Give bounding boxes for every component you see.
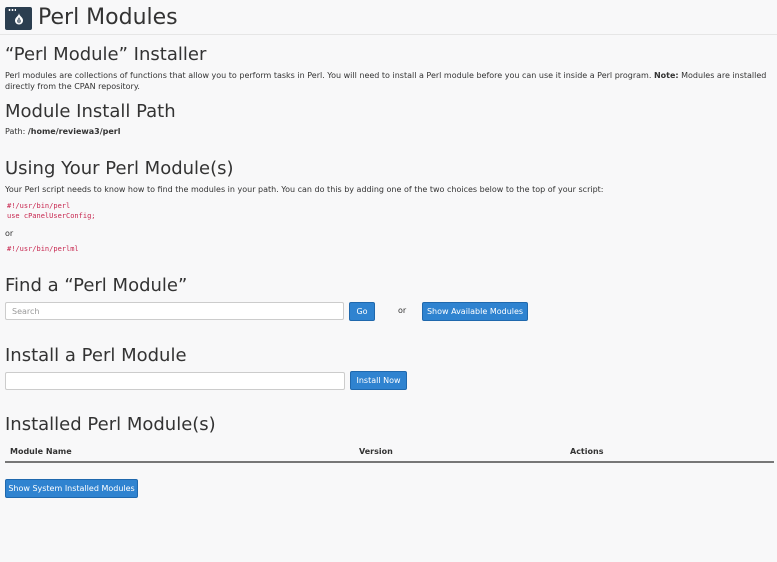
- installer-description-text: Perl modules are collections of function…: [5, 71, 652, 80]
- using-heading: Using Your Perl Module(s): [5, 158, 234, 179]
- install-now-button[interactable]: Install Now: [350, 371, 407, 390]
- install-path-heading: Module Install Path: [5, 101, 176, 122]
- find-heading: Find a “Perl Module”: [5, 275, 188, 296]
- perl-modules-page: Perl Modules “Perl Module” Installer Per…: [0, 0, 777, 562]
- installed-heading: Installed Perl Module(s): [5, 414, 216, 435]
- module-name-input[interactable]: [5, 372, 345, 390]
- path-value: /home/reviewa3/perl: [27, 127, 121, 136]
- code-option-2: #!/usr/bin/perlml: [7, 245, 79, 253]
- installer-description: Perl modules are collections of function…: [5, 71, 773, 92]
- column-actions: Actions: [570, 447, 604, 456]
- using-description: Your Perl script needs to know how to fi…: [5, 185, 604, 194]
- perl-onion-icon: [5, 6, 32, 30]
- path-label: Path:: [5, 127, 26, 136]
- note-label: Note:: [653, 71, 679, 80]
- show-available-modules-button[interactable]: Show Available Modules: [422, 302, 528, 321]
- find-or-text: or: [398, 306, 407, 315]
- using-or-text: or: [5, 229, 14, 238]
- install-path-line: Path: /home/reviewa3/perl: [5, 127, 121, 138]
- header-divider: [0, 34, 777, 35]
- installer-heading: “Perl Module” Installer: [5, 44, 207, 65]
- install-heading: Install a Perl Module: [5, 345, 187, 366]
- page-title: Perl Modules: [38, 5, 178, 30]
- code-option-1-line-1: #!/usr/bin/perl: [7, 202, 71, 210]
- search-input[interactable]: [5, 302, 344, 320]
- column-module-name: Module Name: [10, 447, 72, 456]
- go-button[interactable]: Go: [349, 302, 375, 321]
- code-option-1-line-2: use cPanelUserConfig;: [7, 212, 96, 220]
- column-version: Version: [359, 447, 393, 456]
- installed-modules-table-header: Module Name Version Actions: [5, 444, 774, 463]
- show-system-installed-modules-button[interactable]: Show System Installed Modules: [5, 479, 138, 498]
- page-header: Perl Modules: [5, 4, 178, 32]
